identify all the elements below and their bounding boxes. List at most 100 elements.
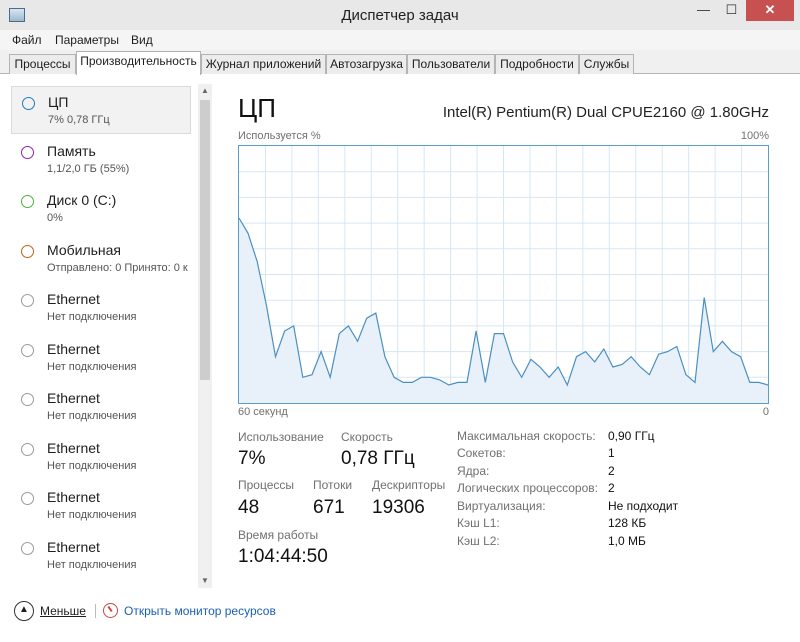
close-button[interactable]: ✕: [746, 0, 794, 21]
sidebar-item-ethernet[interactable]: Ethernet Нет подключения: [11, 482, 191, 530]
scroll-down-icon[interactable]: ▼: [198, 574, 212, 588]
tab-users[interactable]: Пользователи: [407, 54, 495, 74]
sidebar-item-name: Ethernet: [47, 440, 100, 456]
sidebar-item-disk[interactable]: Диск 0 (C:) 0%: [11, 185, 191, 233]
threads-label: Потоки: [313, 478, 353, 492]
fewer-details-button[interactable]: Меньше: [40, 604, 86, 618]
usage-label: Использование: [238, 430, 324, 444]
resource-sidebar: ЦП 7% 0,78 ГГц Память 1,1/2,0 ГБ (55%) Д…: [9, 84, 204, 588]
spec-label: Логических процессоров:: [457, 481, 598, 495]
handles-label: Дескрипторы: [372, 478, 446, 492]
menu-options[interactable]: Параметры: [55, 33, 119, 47]
processes-label: Процессы: [238, 478, 295, 492]
sidebar-item-detail: 1,1/2,0 ГБ (55%): [47, 163, 130, 175]
spec-label: Ядра:: [457, 464, 490, 478]
sidebar-item-ethernet[interactable]: Ethernet Нет подключения: [11, 383, 191, 431]
spec-label: Кэш L1:: [457, 516, 500, 530]
sidebar-item-ethernet[interactable]: Ethernet Нет подключения: [11, 334, 191, 382]
minimize-button[interactable]: —: [690, 0, 717, 21]
graph-x-left-label: 60 секунд: [238, 406, 288, 418]
sidebar-item-name: Ethernet: [47, 539, 100, 555]
menu-view[interactable]: Вид: [131, 33, 153, 47]
menu-file[interactable]: Файл: [12, 33, 42, 47]
spec-value: 2: [608, 481, 615, 495]
sidebar-item-detail: 0%: [47, 212, 63, 224]
uptime-label: Время работы: [238, 528, 319, 542]
open-resource-monitor-link[interactable]: Открыть монитор ресурсов: [124, 604, 276, 618]
graph-x-right-label: 0: [762, 406, 769, 418]
tab-bar: Процессы Производительность Журнал прило…: [0, 50, 800, 75]
chevron-up-icon[interactable]: ▲: [14, 601, 34, 621]
sidebar-item-name: Ethernet: [47, 291, 100, 307]
maximize-button[interactable]: ☐: [718, 0, 745, 21]
processes-value: 48: [238, 497, 260, 518]
sidebar-item-name: Ethernet: [47, 390, 100, 406]
cpu-status-icon: [22, 97, 35, 110]
sidebar-scrollbar[interactable]: ▲ ▼: [198, 84, 212, 588]
spec-label: Кэш L2:: [457, 534, 500, 548]
title-bar: Диспетчер задач — ☐ ✕: [0, 0, 800, 30]
spec-value: 1: [608, 446, 615, 460]
spec-value: 128 КБ: [608, 516, 647, 530]
graph-y-label: Используется %: [238, 130, 321, 142]
threads-value: 671: [313, 497, 345, 518]
sidebar-item-mobile[interactable]: Мобильная Отправлено: 0 Принято: 0 к: [11, 235, 191, 283]
tab-startup[interactable]: Автозагрузка: [326, 54, 407, 74]
window-title: Диспетчер задач: [341, 7, 459, 24]
sidebar-item-detail: Нет подключения: [47, 559, 137, 571]
ethernet-status-icon: [21, 294, 34, 307]
ethernet-status-icon: [21, 542, 34, 555]
sidebar-item-name: Память: [47, 143, 96, 159]
sidebar-item-ethernet[interactable]: Ethernet Нет подключения: [11, 433, 191, 481]
sidebar-item-detail: Отправлено: 0 Принято: 0 к: [47, 262, 188, 274]
graph-y-max-label: 100%: [740, 130, 769, 142]
spec-value: 2: [608, 464, 615, 478]
speed-value: 0,78 ГГц: [341, 448, 415, 469]
spec-value: 1,0 МБ: [608, 534, 646, 548]
handles-value: 19306: [372, 497, 425, 518]
sidebar-item-detail: Нет подключения: [47, 460, 137, 472]
uptime-value: 1:04:44:50: [238, 546, 328, 567]
sidebar-item-name: Мобильная: [47, 242, 122, 258]
scroll-up-icon[interactable]: ▲: [198, 84, 212, 98]
spec-value: Не подходит: [608, 499, 679, 513]
sidebar-item-name: ЦП: [48, 94, 69, 110]
footer-divider: [95, 604, 96, 618]
tab-details[interactable]: Подробности: [495, 54, 579, 74]
sidebar-item-name: Диск 0 (C:): [47, 192, 117, 208]
sidebar-item-detail: 7% 0,78 ГГц: [48, 114, 110, 126]
ethernet-status-icon: [21, 443, 34, 456]
spec-label: Виртуализация:: [457, 499, 546, 513]
ethernet-status-icon: [21, 393, 34, 406]
scroll-thumb[interactable]: [200, 100, 210, 380]
tab-processes[interactable]: Процессы: [9, 54, 76, 74]
speed-label: Скорость: [341, 430, 393, 444]
sidebar-item-name: Ethernet: [47, 489, 100, 505]
ethernet-status-icon: [21, 492, 34, 505]
spec-label: Максимальная скорость:: [457, 429, 596, 443]
page-title: ЦП: [238, 93, 276, 123]
sidebar-item-detail: Нет подключения: [47, 410, 137, 422]
spec-label: Сокетов:: [457, 446, 506, 460]
cpu-usage-chart: [239, 146, 768, 403]
sidebar-item-cpu[interactable]: ЦП 7% 0,78 ГГц: [11, 86, 191, 134]
tab-app-history[interactable]: Журнал приложений: [201, 54, 326, 74]
disk-status-icon: [21, 195, 34, 208]
memory-status-icon: [21, 146, 34, 159]
sidebar-item-detail: Нет подключения: [47, 311, 137, 323]
tab-performance[interactable]: Производительность: [76, 51, 201, 75]
sidebar-item-memory[interactable]: Память 1,1/2,0 ГБ (55%): [11, 136, 191, 184]
resource-monitor-icon[interactable]: [103, 603, 118, 618]
cpu-usage-graph: [238, 145, 769, 404]
spec-value: 0,90 ГГц: [608, 429, 655, 443]
sidebar-item-ethernet[interactable]: Ethernet Нет подключения: [11, 284, 191, 332]
sidebar-item-ethernet[interactable]: Ethernet Нет подключения: [11, 532, 191, 580]
cpu-model: Intel(R) Pentium(R) Dual CPUE2160 @ 1.80…: [442, 104, 769, 121]
menu-bar: Файл Параметры Вид: [0, 30, 800, 50]
sidebar-item-detail: Нет подключения: [47, 361, 137, 373]
sidebar-item-name: Ethernet: [47, 341, 100, 357]
ethernet-status-icon: [21, 344, 34, 357]
usage-value: 7%: [238, 448, 266, 469]
tab-services[interactable]: Службы: [579, 54, 634, 74]
footer-bar: ▲ Меньше Открыть монитор ресурсов: [0, 596, 800, 626]
